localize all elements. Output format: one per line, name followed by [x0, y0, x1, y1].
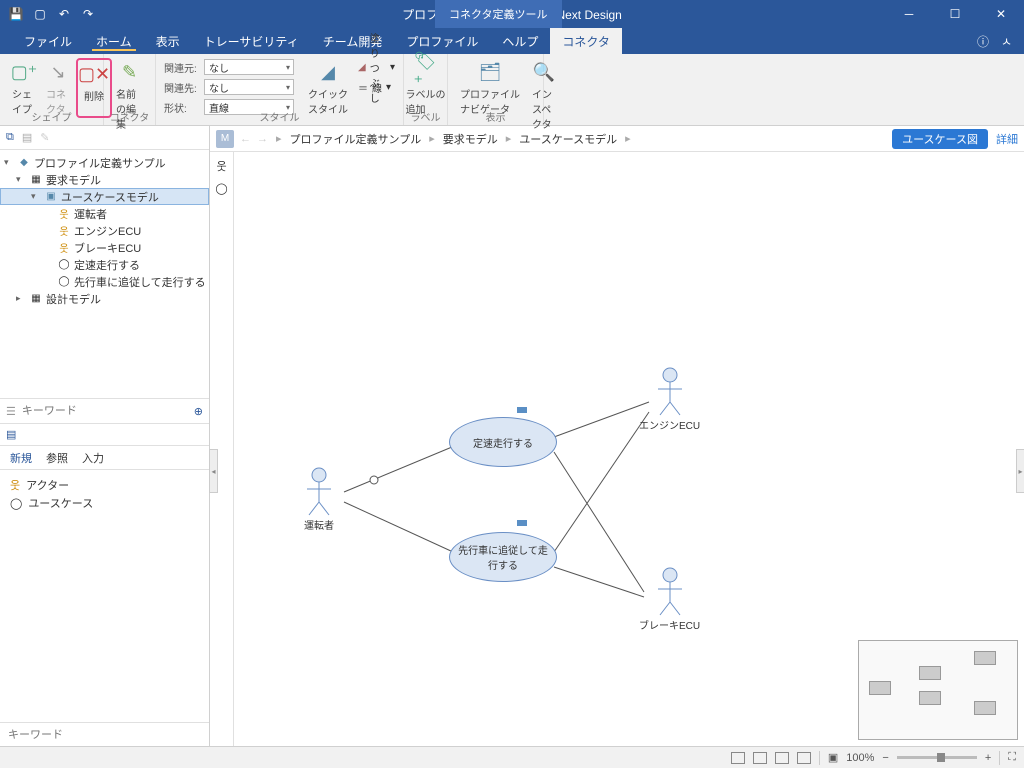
left-panel-toggle[interactable]: ◂	[209, 449, 218, 493]
ribbon-group-label: ラベル	[404, 109, 447, 124]
view-badge[interactable]: ユースケース図	[892, 129, 988, 149]
undo-icon[interactable]: ↶	[56, 6, 72, 22]
search-input[interactable]	[22, 405, 188, 417]
collapse-ribbon-icon[interactable]: ㅅ	[1001, 33, 1012, 50]
detail-link[interactable]: 詳細	[996, 131, 1018, 147]
zoom-slider[interactable]	[897, 756, 977, 759]
palette-item-usecase[interactable]: ◯ユースケース	[10, 494, 199, 512]
ribbon-group-connector: コネクタ	[104, 109, 155, 124]
bookmark-icon[interactable]: ▤	[6, 428, 16, 441]
close-button[interactable]: ✕	[978, 0, 1024, 28]
breadcrumb: M ← → ▸プロファイル定義サンプル ▸要求モデル ▸ユースケースモデル ▸ …	[210, 126, 1024, 152]
new-icon[interactable]: ▢	[32, 6, 48, 22]
redo-icon[interactable]: ↷	[80, 6, 96, 22]
ribbon: ▢⁺シェイプ ↘コネクタ ▢✕削除 シェイプ ✎名前の編集 コネクタ 関連元:な…	[0, 54, 1024, 126]
ribbon-group-shape: シェイプ	[0, 109, 103, 124]
tab-file[interactable]: ファイル	[12, 28, 84, 54]
tree-tab2-icon[interactable]: ▤	[22, 131, 32, 144]
actor-driver[interactable]: 運転者	[304, 467, 334, 532]
ribbon-group-display: 表示	[448, 109, 543, 124]
layout1-icon[interactable]	[731, 752, 745, 764]
menubar: ファイル ホーム 表示 トレーサビリティ チーム開発 プロファイル ヘルプ コネ…	[0, 28, 1024, 54]
layout4-icon[interactable]	[797, 752, 811, 764]
nav-fwd-icon[interactable]: →	[257, 133, 268, 145]
tool-usecase-icon[interactable]: ◯	[215, 182, 227, 195]
usecase-follow[interactable]: 先行車に追従して走 行する	[449, 532, 557, 582]
zoom-out-icon[interactable]: −	[882, 752, 888, 764]
relation-source-combo[interactable]: なし	[204, 59, 294, 75]
tab-traceability[interactable]: トレーサビリティ	[192, 28, 311, 54]
tab-display[interactable]: 表示	[144, 28, 192, 54]
tab-home[interactable]: ホーム	[84, 28, 144, 54]
palette-tab-input[interactable]: 入力	[82, 450, 104, 466]
usecase-cruise[interactable]: 定速走行する	[449, 417, 557, 467]
maximize-button[interactable]: ☐	[932, 0, 978, 28]
ribbon-group-style: スタイル	[156, 109, 403, 124]
zoom-level: 100%	[846, 752, 874, 764]
tab-profile[interactable]: プロファイル	[394, 28, 490, 54]
contextual-tab-label: コネクタ定義ツール	[435, 0, 562, 28]
filter-icon[interactable]: ☰	[6, 405, 16, 418]
save-icon[interactable]: 💾	[8, 6, 24, 22]
relation-dest-combo[interactable]: なし	[204, 79, 294, 95]
fullscreen-icon[interactable]: ⛶	[1008, 751, 1016, 764]
model-tree[interactable]: ▾◆プロファイル定義サンプル ▾▦要求モデル ▾▣ユースケースモデル 웃運転者 …	[0, 150, 209, 398]
info-icon[interactable]: ⓘ	[977, 33, 989, 50]
search-target-icon[interactable]: ⊕	[194, 405, 203, 418]
palette-tab-ref[interactable]: 参照	[46, 450, 68, 466]
minimap[interactable]	[858, 640, 1018, 740]
keyword-input[interactable]	[8, 729, 209, 741]
minimize-button[interactable]: ─	[886, 0, 932, 28]
palette-tab-new[interactable]: 新規	[10, 450, 32, 466]
zoom-in-icon[interactable]: +	[985, 752, 991, 764]
titlebar: 💾 ▢ ↶ ↷ プロファイル定義サンプル - Next Design コネクタ定…	[0, 0, 1024, 28]
right-panel-toggle[interactable]: ▸	[1016, 449, 1024, 493]
fill-button[interactable]: ◢ 塗りつぶし ▾	[358, 58, 395, 76]
line-button[interactable]: ＝ 線 ▾	[358, 78, 395, 96]
actor-brake[interactable]: ブレーキECU	[639, 567, 700, 632]
tool-actor-icon[interactable]: 웃	[216, 158, 226, 174]
palette-item-actor[interactable]: 웃アクター	[10, 476, 199, 494]
nav-back-icon[interactable]: ←	[240, 133, 251, 145]
breadcrumb-m-icon[interactable]: M	[216, 130, 234, 148]
zoom-fit-icon[interactable]: ▣	[828, 751, 838, 764]
layout2-icon[interactable]	[753, 752, 767, 764]
tree-tab3-icon[interactable]: ✎	[40, 131, 49, 144]
statusbar: ▣ 100% − + ⛶	[0, 746, 1024, 768]
tab-help[interactable]: ヘルプ	[490, 28, 550, 54]
actor-engine[interactable]: エンジンECU	[639, 367, 700, 432]
tree-tab-icon[interactable]: ⧉	[6, 131, 14, 144]
side-panel: ⧉ ▤ ✎ ▾◆プロファイル定義サンプル ▾▦要求モデル ▾▣ユースケースモデル…	[0, 126, 210, 746]
tab-connector[interactable]: コネクタ	[550, 28, 622, 54]
diagram-canvas[interactable]: 運転者 エンジンECU ブレーキECU 定速走行する 先行車に追従して走 行する	[234, 152, 1024, 746]
layout3-icon[interactable]	[775, 752, 789, 764]
tree-node-usecase-model: ▾▣ユースケースモデル	[0, 188, 209, 205]
